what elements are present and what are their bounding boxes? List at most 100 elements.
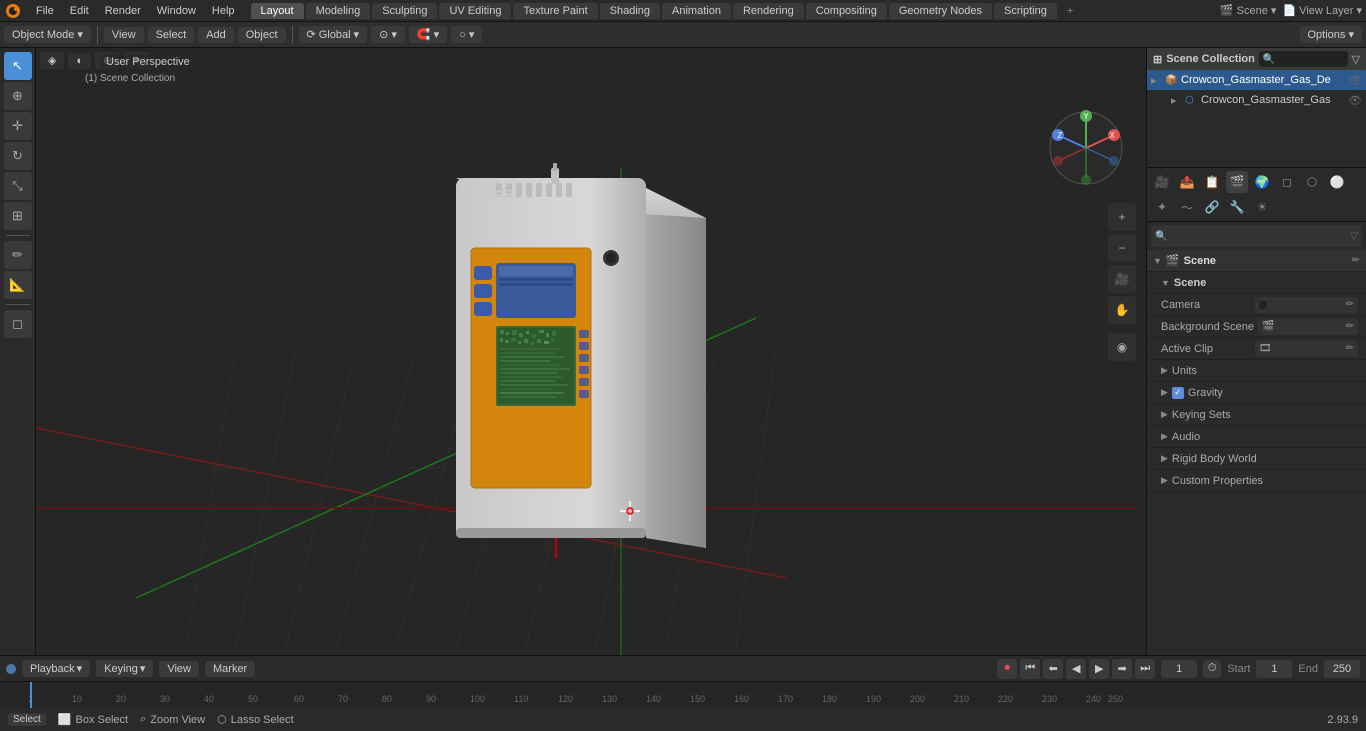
scale-tool-button[interactable]: ⤡ [4,172,32,200]
navigation-gizmo[interactable]: X Y Z [1046,108,1126,188]
particles-tab[interactable]: ✦ [1151,196,1173,218]
units-section[interactable]: ▶ Units [1147,360,1366,382]
outliner-row[interactable]: ▸ 📦 Crowcon_Gasmaster_Gas_De 👁 [1147,70,1366,90]
local-view-button[interactable]: ◉ [1108,333,1136,361]
camera-view-button[interactable]: 🎥 [1108,265,1136,293]
render-tab[interactable]: 🎥 [1151,171,1173,193]
select-menu[interactable]: Select [148,27,195,43]
frame-rate-indicator[interactable]: ⏱ [1203,660,1221,678]
custom-properties-section[interactable]: ▶ Custom Properties [1147,470,1366,492]
tab-texture-paint[interactable]: Texture Paint [513,3,597,19]
jump-to-start-button[interactable]: ⏮ [1020,659,1040,679]
scene-tab[interactable]: 🎬 [1226,171,1248,193]
select-tool-button[interactable]: ↖ [4,52,32,80]
visibility-icon-2[interactable]: 👁 [1348,94,1362,107]
object-mode-selector[interactable]: Object Mode ▾ [4,26,91,43]
play-reverse-button[interactable]: ◀ [1066,659,1086,679]
current-frame-input[interactable]: 1 [1161,660,1197,678]
bg-scene-edit-icon[interactable]: ✏ [1346,321,1354,332]
properties-search[interactable]: 🔍 ▽ [1151,225,1362,247]
menu-window[interactable]: Window [149,3,204,19]
tab-animation[interactable]: Animation [662,3,731,19]
menu-help[interactable]: Help [204,3,243,19]
timeline-ruler[interactable]: 1 10 20 30 40 50 60 70 80 90 100 110 120… [0,682,1366,708]
step-back-button[interactable]: ⬅ [1043,659,1063,679]
background-scene-field[interactable]: 🎬 ✏ [1258,319,1358,335]
transform-global[interactable]: ⟳ Global ▾ [299,26,368,43]
keying-sets-section[interactable]: ▶ Keying Sets [1147,404,1366,426]
start-frame-input[interactable]: 1 [1256,660,1292,678]
prop-search-filter[interactable]: ▽ [1350,231,1358,242]
3d-viewport[interactable]: ◈ ◐ ⊕ ✦ User Perspective (1) Scene Colle… [36,48,1146,655]
shader-tab[interactable]: ☀ [1251,196,1273,218]
play-button[interactable]: ▶ [1089,659,1109,679]
timeline-playhead[interactable] [30,682,32,708]
tab-compositing[interactable]: Compositing [806,3,887,19]
world-tab[interactable]: 🌍 [1251,171,1273,193]
outliner-row[interactable]: ▸ ⬡ Crowcon_Gasmaster_Gas 👁 [1147,90,1366,110]
view-menu[interactable]: View [104,27,144,43]
menu-file[interactable]: File [28,3,62,19]
keying-menu[interactable]: Keying ▾ [96,660,153,677]
camera-edit-icon[interactable]: ✏ [1346,299,1354,310]
object-menu[interactable]: Object [238,27,286,43]
jump-to-end-button[interactable]: ⏭ [1135,659,1155,679]
options-button[interactable]: Options ▾ [1300,26,1363,43]
clip-edit-icon[interactable]: ✏ [1346,343,1354,354]
add-cube-button[interactable]: ◻ [4,310,32,338]
rigid-body-section[interactable]: ▶ Rigid Body World [1147,448,1366,470]
camera-field[interactable]: ✏ [1255,297,1358,313]
rotate-tool-button[interactable]: ↻ [4,142,32,170]
tab-layout[interactable]: Layout [251,3,304,19]
outliner-search[interactable]: 🔍 [1259,51,1348,67]
view-layer-dropdown[interactable]: 📄 View Layer ▾ [1282,4,1362,17]
scene-section-header[interactable]: ▼ 🎬 Scene ✏ [1147,250,1366,272]
zoom-out-button[interactable]: − [1108,234,1136,262]
tab-scripting[interactable]: Scripting [994,3,1057,19]
scene-dropdown[interactable]: 🎬 Scene ▾ [1220,4,1277,17]
object-tab[interactable]: ◻ [1276,171,1298,193]
tab-shading[interactable]: Shading [600,3,660,19]
cursor-tool-button[interactable]: ⊕ [4,82,32,110]
move-tool-button[interactable]: ✛ [4,112,32,140]
modifier-tab[interactable]: 🔧 [1226,196,1248,218]
pivot-point[interactable]: ⊙ ▾ [371,26,405,43]
tab-sculpting[interactable]: Sculpting [372,3,437,19]
tab-rendering[interactable]: Rendering [733,3,804,19]
timeline-view-menu[interactable]: View [159,661,199,677]
measure-tool-button[interactable]: 📐 [4,271,32,299]
material-tab[interactable]: ⚪ [1326,171,1348,193]
pan-button[interactable]: ✋ [1108,296,1136,324]
tab-modeling[interactable]: Modeling [306,3,371,19]
proportional-edit[interactable]: ○ ▾ [451,26,482,43]
active-clip-field[interactable]: 🎞 ✏ [1255,341,1358,357]
menu-edit[interactable]: Edit [62,3,97,19]
gravity-section[interactable]: ▶ ✓ Gravity [1147,382,1366,404]
viewport-display-button[interactable]: ◈ [40,52,64,69]
audio-section[interactable]: ▶ Audio [1147,426,1366,448]
tab-uv-editing[interactable]: UV Editing [439,3,511,19]
scene-sub-header[interactable]: ▼ Scene [1147,272,1366,294]
visibility-icon[interactable]: 👁 [1348,74,1362,87]
viewport-render-button[interactable]: ◐ [68,53,91,69]
annotate-tool-button[interactable]: ✏ [4,241,32,269]
tab-geometry-nodes[interactable]: Geometry Nodes [889,3,992,19]
outliner-filter-icon[interactable]: ▽ [1352,53,1360,66]
mesh-tab[interactable]: ⬡ [1301,171,1323,193]
zoom-in-button[interactable]: + [1108,203,1136,231]
record-button[interactable]: ⏺ [997,659,1017,679]
add-workspace-button[interactable]: + [1059,3,1081,19]
timeline-marker-menu[interactable]: Marker [205,661,255,677]
step-forward-button[interactable]: ➡ [1112,659,1132,679]
playback-menu[interactable]: Playback ▾ [22,660,90,677]
menu-render[interactable]: Render [97,3,149,19]
scene-props-icon[interactable]: ✏ [1352,255,1360,266]
view-layer-tab[interactable]: 📋 [1201,171,1223,193]
snap-toggle[interactable]: 🧲 ▾ [409,26,447,43]
constraints-tab[interactable]: 🔗 [1201,196,1223,218]
gravity-checkbox[interactable]: ✓ [1172,387,1184,399]
physics-tab[interactable]: 〜 [1176,196,1198,218]
end-frame-input[interactable]: 250 [1324,660,1360,678]
transform-tool-button[interactable]: ⊞ [4,202,32,230]
output-tab[interactable]: 📤 [1176,171,1198,193]
